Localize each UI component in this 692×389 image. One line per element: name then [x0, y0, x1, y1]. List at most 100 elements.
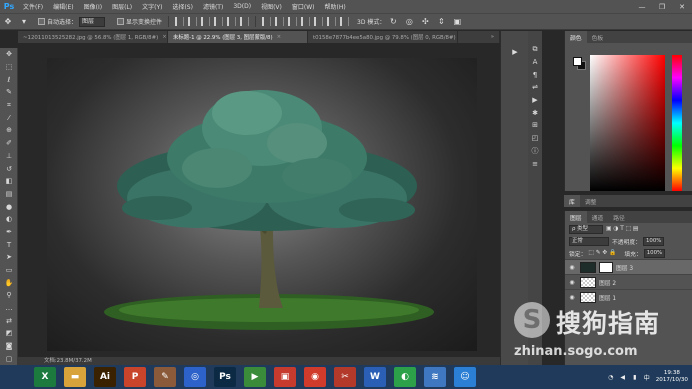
gradient-tool-icon[interactable]: ▤	[0, 188, 18, 201]
dodge-tool-icon[interactable]: ◐	[0, 213, 18, 226]
menu-file[interactable]: 文件(F)	[18, 2, 48, 11]
tab-overflow-icon[interactable]: »	[458, 31, 500, 43]
tab-color[interactable]: 颜色	[565, 31, 587, 43]
distribute-top-icon[interactable]	[262, 17, 272, 26]
maximize-button[interactable]: ❐	[652, 0, 672, 13]
marquee-tool-icon[interactable]: ⬚	[0, 61, 18, 74]
scale-3d-icon[interactable]: ▣	[451, 16, 463, 28]
info-icon[interactable]: ⓘ	[528, 145, 542, 158]
align-vcenter-icon[interactable]	[188, 17, 198, 26]
show-transform-checkbox[interactable]	[117, 18, 125, 25]
menu-view[interactable]: 视图(V)	[256, 2, 287, 11]
distribute-vcenter-icon[interactable]	[275, 17, 285, 26]
input-language-indicator[interactable]: 中	[644, 373, 650, 382]
stamp-tool-icon[interactable]: ⊥	[0, 150, 18, 163]
tab-adjustments[interactable]: 调整	[580, 195, 602, 207]
distribute-hcenter-icon[interactable]	[314, 17, 324, 26]
canvas-area[interactable]	[18, 43, 500, 356]
distribute-bottom-icon[interactable]	[288, 17, 298, 26]
crop-tool-icon[interactable]: ⌗	[0, 99, 18, 112]
play-icon[interactable]: ▶	[509, 45, 521, 59]
brush-tool-icon[interactable]: ✐	[0, 137, 18, 150]
tab-document-3[interactable]: t0158e7877b4ee5a80.jpg @ 79.8% (图层 0, RG…	[308, 31, 458, 43]
tab-swatches[interactable]: 色板	[587, 31, 609, 43]
adjust-icon[interactable]: ⇌	[528, 81, 542, 94]
actions-icon[interactable]: ▶	[528, 94, 542, 107]
menu-edit[interactable]: 编辑(E)	[48, 2, 78, 11]
color-swatches-icon[interactable]: ◩	[0, 327, 18, 340]
menu-filter[interactable]: 滤镜(T)	[198, 2, 228, 11]
layer-filter-dropdown[interactable]: ρ 类型	[569, 224, 603, 234]
filter-icons[interactable]: ▣ ◑ T ⬚ ▤	[606, 226, 638, 232]
video-icon[interactable]: ▣	[274, 367, 296, 387]
photoshop-icon[interactable]: Ps	[214, 367, 236, 387]
tab-paths[interactable]: 路径	[608, 211, 630, 223]
tray-volume-icon[interactable]: ◀	[619, 373, 627, 381]
tab-library[interactable]: 库	[564, 195, 580, 207]
blend-mode-dropdown[interactable]: 正常	[569, 236, 609, 246]
eyedropper-tool-icon[interactable]: ⁄	[0, 111, 18, 124]
navigator-icon[interactable]: ◰	[528, 132, 542, 145]
tray-battery-icon[interactable]: ▮	[631, 373, 639, 381]
rotate-3d-icon[interactable]: ↻	[387, 16, 399, 28]
character-icon[interactable]: A	[528, 56, 542, 69]
type-tool-icon[interactable]: T	[0, 238, 18, 251]
qq-icon[interactable]: ☺	[454, 367, 476, 387]
styles-icon[interactable]: ⊞	[528, 119, 542, 132]
history-brush-tool-icon[interactable]: ↺	[0, 162, 18, 175]
screen-mode-icon[interactable]: ▢	[0, 353, 18, 366]
menu-3d[interactable]: 3D(D)	[228, 3, 256, 10]
distribute-right-icon[interactable]	[327, 17, 337, 26]
tray-network-icon[interactable]: ◔	[607, 373, 615, 381]
fill-input[interactable]: 100%	[643, 248, 666, 258]
close-button[interactable]: ✕	[672, 0, 692, 13]
hand-tool-icon[interactable]: ✋	[0, 276, 18, 289]
taskbar-clock[interactable]: 19:38 2017/10/30	[656, 370, 688, 384]
menu-help[interactable]: 帮助(H)	[320, 2, 351, 11]
player-icon[interactable]: ▶	[244, 367, 266, 387]
history-icon[interactable]: ⧉	[528, 43, 542, 56]
layer-mask-thumbnail[interactable]	[599, 261, 613, 273]
powerpoint-icon[interactable]: P	[124, 367, 146, 387]
layer-row[interactable]: ◉ 图层 3	[565, 259, 692, 274]
excel-icon[interactable]: X	[34, 367, 56, 387]
illustrator-icon[interactable]: Ai	[94, 367, 116, 387]
word-icon[interactable]: W	[364, 367, 386, 387]
minimize-button[interactable]: —	[632, 0, 652, 13]
align-right-icon[interactable]	[240, 17, 250, 26]
pen-tool-icon[interactable]: ✒	[0, 226, 18, 239]
foreground-color-swatch[interactable]	[573, 57, 582, 66]
align-hcenter-icon[interactable]	[227, 17, 237, 26]
tool-icon[interactable]: ✂	[334, 367, 356, 387]
menu-window[interactable]: 窗口(W)	[287, 2, 320, 11]
menu-type[interactable]: 文字(Y)	[137, 2, 167, 11]
opacity-input[interactable]: 100%	[643, 236, 665, 246]
eraser-tool-icon[interactable]: ◧	[0, 175, 18, 188]
swap-colors-icon[interactable]: ⇄	[0, 314, 18, 327]
properties-icon[interactable]: ≡	[528, 157, 542, 170]
auto-align-icon[interactable]	[340, 17, 350, 26]
visibility-eye-icon[interactable]: ◉	[567, 279, 577, 286]
quick-mask-icon[interactable]: ◙	[0, 340, 18, 353]
distribute-left-icon[interactable]	[301, 17, 311, 26]
chart-icon[interactable]: ≋	[424, 367, 446, 387]
document-canvas[interactable]	[47, 58, 477, 351]
move-tool-icon[interactable]: ✥	[0, 48, 18, 61]
tab-channels[interactable]: 通道	[587, 211, 609, 223]
hue-slider[interactable]	[672, 55, 682, 191]
align-top-icon[interactable]	[175, 17, 185, 26]
baidu-icon[interactable]: ◎	[184, 367, 206, 387]
align-left-icon[interactable]	[214, 17, 224, 26]
quick-select-tool-icon[interactable]: ✎	[0, 86, 18, 99]
healing-brush-tool-icon[interactable]: ⊕	[0, 124, 18, 137]
zoom-tool-icon[interactable]: ⚲	[0, 289, 18, 302]
browser-icon[interactable]: ◐	[394, 367, 416, 387]
paint-icon[interactable]: ✎	[154, 367, 176, 387]
menu-layer[interactable]: 图层(L)	[107, 2, 137, 11]
more-tools-icon[interactable]: …	[0, 302, 18, 315]
color-picker-field[interactable]	[590, 55, 665, 191]
move-tool-icon[interactable]: ✥	[2, 16, 14, 28]
lock-icons[interactable]: ⬚ ✎ ✥ 🔒	[588, 250, 616, 256]
dropdown-arrow-icon[interactable]: ▾	[18, 16, 30, 28]
folder-icon[interactable]: ▬	[64, 367, 86, 387]
